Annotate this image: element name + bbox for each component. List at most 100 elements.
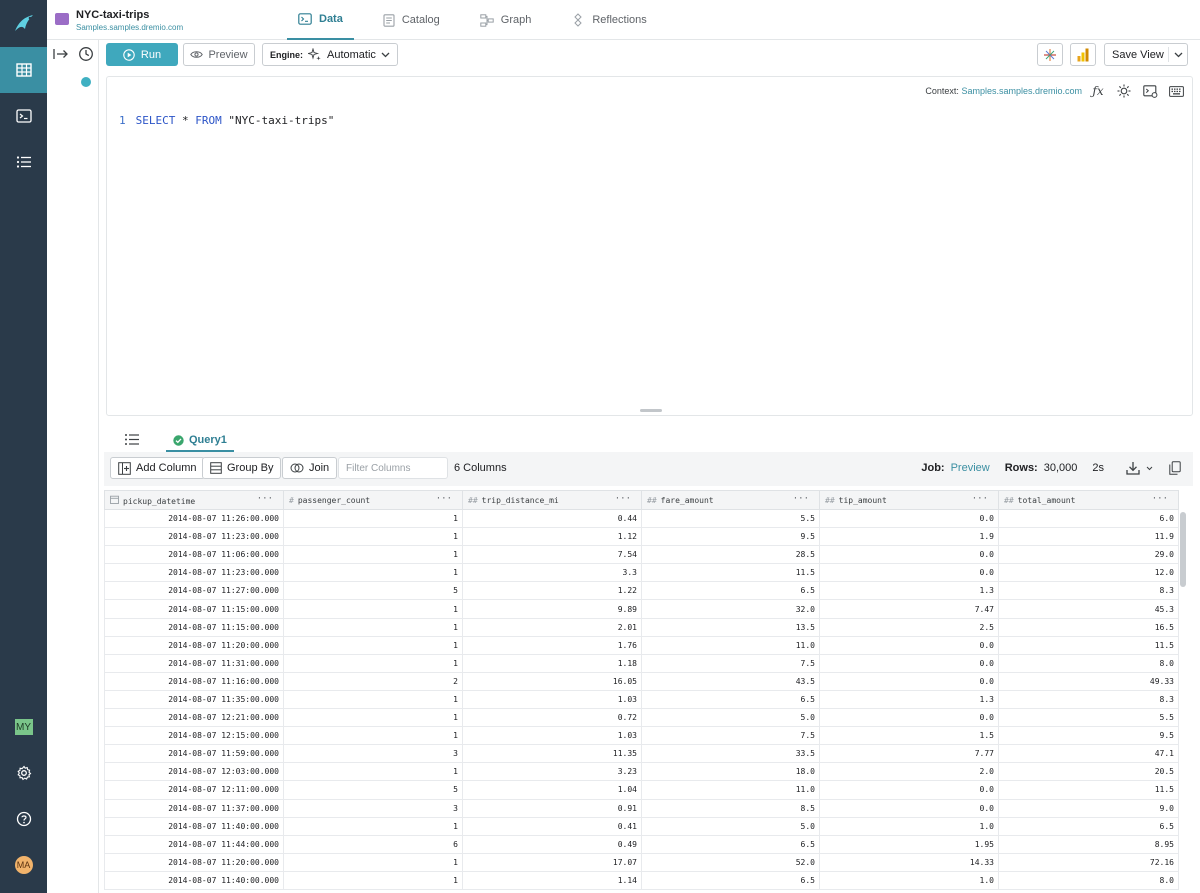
table-cell[interactable]: 18.0 <box>641 762 820 782</box>
tableau-button[interactable] <box>1037 43 1063 66</box>
table-cell[interactable]: 1 <box>283 635 463 655</box>
table-cell[interactable]: 0.72 <box>462 708 642 728</box>
table-cell[interactable]: 1.04 <box>462 780 642 800</box>
table-cell[interactable]: 8.5 <box>641 798 820 818</box>
table-cell[interactable]: 1 <box>283 508 463 529</box>
table-cell[interactable]: 5.0 <box>641 708 820 728</box>
table-cell[interactable]: 43.5 <box>641 671 820 691</box>
table-cell[interactable]: 1.0 <box>819 870 999 890</box>
table-cell[interactable]: 72.16 <box>998 852 1179 872</box>
download-icon[interactable] <box>1126 461 1140 475</box>
table-row[interactable]: 2014-08-07 11:23:00.000 1 3.3 11.5 0.0 12.0 <box>104 563 1179 583</box>
table-cell[interactable]: 0.0 <box>819 635 999 655</box>
sidebar-item-help[interactable] <box>0 796 47 842</box>
table-cell[interactable]: 2014-08-07 11:40:00.000 <box>104 816 284 836</box>
table-cell[interactable]: 11.0 <box>641 780 820 800</box>
table-cell[interactable]: 2014-08-07 11:27:00.000 <box>104 581 284 601</box>
table-cell[interactable]: 14.33 <box>819 852 999 872</box>
table-cell[interactable]: 1 <box>283 653 463 673</box>
add-column-button[interactable]: Add Column <box>110 457 205 479</box>
table-cell[interactable]: 0.41 <box>462 816 642 836</box>
run-settings-icon[interactable] <box>1142 83 1158 99</box>
column-menu-icon[interactable]: ··· <box>436 494 452 504</box>
table-cell[interactable]: 20.5 <box>998 762 1179 782</box>
table-cell[interactable]: 2014-08-07 11:37:00.000 <box>104 798 284 818</box>
table-cell[interactable]: 1 <box>283 870 463 890</box>
table-cell[interactable]: 2 <box>283 671 463 691</box>
function-icon[interactable]: ƒx <box>1090 83 1106 99</box>
expand-panel-icon[interactable] <box>53 48 69 60</box>
table-cell[interactable]: 2014-08-07 11:35:00.000 <box>104 689 284 710</box>
table-cell[interactable]: 1.95 <box>819 834 999 854</box>
table-cell[interactable]: 1.12 <box>462 527 642 547</box>
table-cell[interactable]: 1 <box>283 563 463 583</box>
table-cell[interactable]: 1 <box>283 708 463 728</box>
table-cell[interactable]: 11.5 <box>998 780 1179 800</box>
table-cell[interactable]: 2014-08-07 11:20:00.000 <box>104 852 284 872</box>
table-cell[interactable]: 6.5 <box>641 834 820 854</box>
table-cell[interactable]: 6.0 <box>998 508 1179 529</box>
join-button[interactable]: Join <box>282 457 338 479</box>
table-cell[interactable]: 1.76 <box>462 635 642 655</box>
table-row[interactable]: 2014-08-07 11:31:00.000 1 1.18 7.5 0.0 8.0 <box>104 653 1179 673</box>
table-row[interactable]: 2014-08-07 11:40:00.000 1 1.14 6.5 1.0 8.0 <box>104 870 1179 890</box>
table-cell[interactable]: 2014-08-07 11:40:00.000 <box>104 870 284 890</box>
column-header[interactable]: ## fare_amount ··· <box>641 490 820 510</box>
table-cell[interactable]: 33.5 <box>641 744 820 764</box>
table-cell[interactable]: 1 <box>283 617 463 637</box>
table-cell[interactable]: 0.0 <box>819 798 999 818</box>
table-cell[interactable]: 52.0 <box>641 852 820 872</box>
dataset-path[interactable]: Samples.samples.dremio.com <box>76 23 183 32</box>
table-cell[interactable]: 2.0 <box>819 762 999 782</box>
table-cell[interactable]: 8.3 <box>998 689 1179 710</box>
table-cell[interactable]: 12.0 <box>998 563 1179 583</box>
chevron-down-icon[interactable] <box>1146 466 1153 471</box>
table-cell[interactable]: 8.0 <box>998 870 1179 890</box>
table-cell[interactable]: 2014-08-07 11:23:00.000 <box>104 563 284 583</box>
column-header[interactable]: pickup_datetime ··· <box>104 490 284 510</box>
history-entry-dot[interactable] <box>81 77 91 87</box>
table-row[interactable]: 2014-08-07 11:16:00.000 2 16.05 43.5 0.0 49.3… <box>104 671 1179 691</box>
table-cell[interactable]: 2014-08-07 11:20:00.000 <box>104 635 284 655</box>
table-cell[interactable]: 1.3 <box>819 581 999 601</box>
table-cell[interactable]: 5.5 <box>998 708 1179 728</box>
column-header[interactable]: ## trip_distance_mi ··· <box>462 490 642 510</box>
power-bi-button[interactable] <box>1070 43 1096 66</box>
table-cell[interactable]: 1 <box>283 852 463 872</box>
table-scrollbar[interactable] <box>1180 512 1186 587</box>
tab-reflections[interactable]: Reflections <box>560 0 657 40</box>
table-cell[interactable]: 32.0 <box>641 599 820 619</box>
table-cell[interactable]: 6.5 <box>641 689 820 710</box>
table-cell[interactable]: 1.3 <box>819 689 999 710</box>
table-cell[interactable]: 49.33 <box>998 671 1179 691</box>
resize-handle[interactable] <box>640 409 662 412</box>
table-row[interactable]: 2014-08-07 11:40:00.000 1 0.41 5.0 1.0 6.5 <box>104 816 1179 836</box>
table-cell[interactable]: 0.0 <box>819 653 999 673</box>
table-cell[interactable]: 1.03 <box>462 689 642 710</box>
table-cell[interactable]: 2014-08-07 11:44:00.000 <box>104 834 284 854</box>
table-cell[interactable]: 2014-08-07 12:11:00.000 <box>104 780 284 800</box>
table-cell[interactable]: 3.3 <box>462 563 642 583</box>
table-cell[interactable]: 6 <box>283 834 463 854</box>
table-cell[interactable]: 2014-08-07 12:03:00.000 <box>104 762 284 782</box>
table-row[interactable]: 2014-08-07 11:26:00.000 1 0.44 5.5 0.0 6.0 <box>104 508 1179 529</box>
tab-query1[interactable]: Query1 <box>166 430 234 452</box>
table-cell[interactable]: 28.5 <box>641 545 820 565</box>
table-cell[interactable]: 5 <box>283 780 463 800</box>
table-cell[interactable]: 16.05 <box>462 671 642 691</box>
column-menu-icon[interactable]: ··· <box>793 494 809 504</box>
table-row[interactable]: 2014-08-07 11:15:00.000 1 2.01 13.5 2.5 16.5 <box>104 617 1179 637</box>
table-cell[interactable]: 1 <box>283 816 463 836</box>
sql-editor[interactable]: Context: Samples.samples.dremio.com ƒx 1… <box>106 76 1193 416</box>
table-row[interactable]: 2014-08-07 11:06:00.000 1 7.54 28.5 0.0 29.0 <box>104 545 1179 565</box>
list-icon[interactable] <box>124 433 140 446</box>
sidebar-item-sql-runner[interactable] <box>0 93 47 139</box>
table-row[interactable]: 2014-08-07 11:20:00.000 1 17.07 52.0 14.33 72… <box>104 852 1179 872</box>
table-cell[interactable]: 1.22 <box>462 581 642 601</box>
preview-button[interactable]: Preview <box>183 43 255 66</box>
table-cell[interactable]: 47.1 <box>998 744 1179 764</box>
table-cell[interactable]: 0.0 <box>819 671 999 691</box>
table-cell[interactable]: 2014-08-07 12:21:00.000 <box>104 708 284 728</box>
tab-graph[interactable]: Graph <box>469 0 543 40</box>
sidebar-item-jobs[interactable] <box>0 139 47 185</box>
